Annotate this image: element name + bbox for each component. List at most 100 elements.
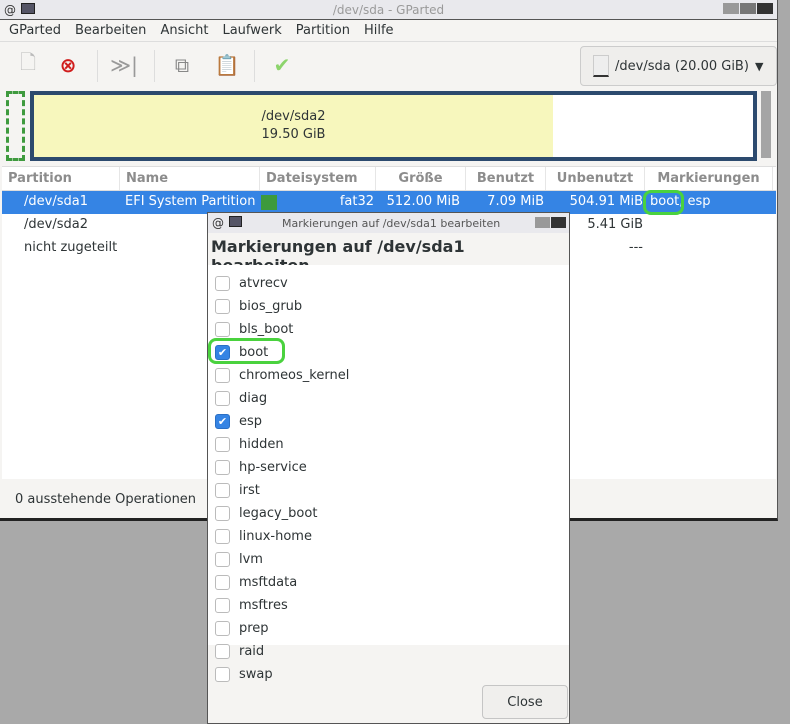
- checkbox-checked-icon[interactable]: ✔: [215, 414, 230, 429]
- checkbox-icon[interactable]: [215, 299, 230, 314]
- apply-icon[interactable]: ✔: [268, 51, 296, 79]
- flag-label: legacy_boot: [239, 506, 318, 521]
- disk-map-sda1[interactable]: [6, 91, 25, 161]
- col-flags[interactable]: Markierungen: [645, 167, 773, 190]
- checkbox-icon[interactable]: [215, 368, 230, 383]
- flag-checkbox-prep[interactable]: prep: [208, 617, 569, 640]
- flag-label: irst: [239, 483, 260, 498]
- checkbox-icon[interactable]: [215, 644, 230, 659]
- dialog-title-bar: @ Markierungen auf /dev/sda1 bearbeiten: [208, 213, 569, 233]
- col-used[interactable]: Benutzt: [466, 167, 546, 190]
- menu-ansicht[interactable]: Ansicht: [153, 20, 215, 41]
- dialog-title: Markierungen auf /dev/sda1 bearbeiten: [282, 217, 501, 230]
- flag-label: raid: [239, 644, 265, 659]
- device-selector[interactable]: /dev/sda (20.00 GiB) ▼: [580, 46, 777, 86]
- filesystem-color-swatch: [261, 195, 277, 210]
- cell-flags: boot, esp: [650, 194, 711, 209]
- checkbox-icon[interactable]: [215, 460, 230, 475]
- maximize-button[interactable]: [740, 3, 756, 14]
- disk-map-scrollbar[interactable]: [761, 91, 771, 158]
- flag-checkbox-bios_grub[interactable]: bios_grub: [208, 295, 569, 318]
- menu-gparted[interactable]: GParted: [2, 20, 68, 41]
- new-partition-icon[interactable]: 🗋: [14, 50, 42, 79]
- flag-label: diag: [239, 391, 268, 406]
- checkbox-icon[interactable]: [215, 667, 230, 682]
- disk-map-sda2[interactable]: /dev/sda2 19.50 GiB: [30, 91, 757, 161]
- flag-checkbox-irst[interactable]: irst: [208, 479, 569, 502]
- dialog-minimize-button[interactable]: [535, 217, 550, 228]
- flag-checkbox-raid[interactable]: raid: [208, 640, 569, 663]
- flag-label: msftdata: [239, 575, 298, 590]
- minimize-button[interactable]: [723, 3, 739, 14]
- copy-icon[interactable]: ⧉: [168, 51, 196, 79]
- disk-map-size-label: 19.50 GiB: [261, 127, 326, 142]
- flag-checkbox-legacy_boot[interactable]: legacy_boot: [208, 502, 569, 525]
- flag-label: bls_boot: [239, 322, 294, 337]
- title-bar: @ /dev/sda - GParted: [0, 0, 777, 20]
- flag-label: swap: [239, 667, 273, 682]
- flag-checkbox-boot[interactable]: ✔ boot: [208, 341, 569, 364]
- flag-label: msftres: [239, 598, 288, 613]
- flag-checkbox-atvrecv[interactable]: atvrecv: [208, 272, 569, 295]
- cell-unused: 5.41 GiB: [587, 217, 643, 232]
- checkbox-icon[interactable]: [215, 276, 230, 291]
- edit-flags-dialog: @ Markierungen auf /dev/sda1 bearbeiten …: [207, 212, 570, 724]
- checkbox-icon[interactable]: [215, 529, 230, 544]
- close-window-button[interactable]: [757, 3, 773, 14]
- menu-hilfe[interactable]: Hilfe: [357, 20, 401, 41]
- col-size[interactable]: Größe: [376, 167, 466, 190]
- cell-partition: nicht zugeteilt: [24, 240, 118, 255]
- flag-checkbox-swap[interactable]: swap: [208, 663, 569, 686]
- flag-checkbox-diag[interactable]: diag: [208, 387, 569, 410]
- window-title: /dev/sda - GParted: [332, 3, 445, 17]
- cell-used: 7.09 MiB: [487, 194, 544, 209]
- debian-swirl-icon[interactable]: @: [212, 216, 224, 230]
- flag-checkbox-linux-home[interactable]: linux-home: [208, 525, 569, 548]
- checkbox-icon[interactable]: [215, 322, 230, 337]
- col-name[interactable]: Name: [120, 167, 260, 190]
- checkbox-icon[interactable]: [215, 621, 230, 636]
- checkbox-checked-icon[interactable]: ✔: [215, 345, 230, 360]
- flag-checkbox-lvm[interactable]: lvm: [208, 548, 569, 571]
- menu-bearbeiten[interactable]: Bearbeiten: [68, 20, 153, 41]
- resize-move-icon[interactable]: ≫|: [110, 51, 138, 79]
- col-filesystem[interactable]: Dateisystem: [260, 167, 376, 190]
- menu-laufwerk[interactable]: Laufwerk: [215, 20, 288, 41]
- cell-unused: 504.91 MiB: [569, 194, 643, 209]
- gparted-app-icon: [229, 216, 242, 227]
- flag-checkbox-chromeos_kernel[interactable]: chromeos_kernel: [208, 364, 569, 387]
- cell-size: 512.00 MiB: [386, 194, 460, 209]
- col-unused[interactable]: Unbenutzt: [546, 167, 645, 190]
- checkbox-icon[interactable]: [215, 575, 230, 590]
- checkbox-icon[interactable]: [215, 483, 230, 498]
- paste-icon[interactable]: 📋: [213, 51, 241, 79]
- table-row[interactable]: /dev/sda1 EFI System Partition fat32 512…: [2, 191, 776, 214]
- menu-partition[interactable]: Partition: [289, 20, 357, 41]
- dialog-heading: Markierungen auf /dev/sda1 bearbeiten: [211, 237, 465, 275]
- checkbox-icon[interactable]: [215, 391, 230, 406]
- disk-map-partition-label: /dev/sda2: [261, 109, 326, 124]
- flag-label: esp: [239, 414, 263, 429]
- flag-label: chromeos_kernel: [239, 368, 350, 383]
- checkbox-icon[interactable]: [215, 598, 230, 613]
- flag-checkbox-msftres[interactable]: msftres: [208, 594, 569, 617]
- cell-unused: ---: [628, 240, 643, 255]
- checkbox-icon[interactable]: [215, 506, 230, 521]
- flag-label: hidden: [239, 437, 284, 452]
- checkbox-icon[interactable]: [215, 552, 230, 567]
- delete-partition-icon[interactable]: ⊗: [54, 51, 82, 79]
- flag-checkbox-esp[interactable]: ✔ esp: [208, 410, 569, 433]
- flag-checkbox-hp-service[interactable]: hp-service: [208, 456, 569, 479]
- cell-filesystem: fat32: [339, 194, 374, 209]
- flag-label: linux-home: [239, 529, 312, 544]
- flag-checkbox-hidden[interactable]: hidden: [208, 433, 569, 456]
- close-button[interactable]: Close: [482, 685, 568, 719]
- flag-checkbox-bls_boot[interactable]: bls_boot: [208, 318, 569, 341]
- checkbox-icon[interactable]: [215, 437, 230, 452]
- col-partition[interactable]: Partition: [2, 167, 120, 190]
- flag-label: prep: [239, 621, 269, 636]
- flag-checkbox-msftdata[interactable]: msftdata: [208, 571, 569, 594]
- status-bar: 0 ausstehende Operationen: [15, 492, 197, 507]
- flag-label: bios_grub: [239, 299, 303, 314]
- dialog-close-window-button[interactable]: [551, 217, 566, 228]
